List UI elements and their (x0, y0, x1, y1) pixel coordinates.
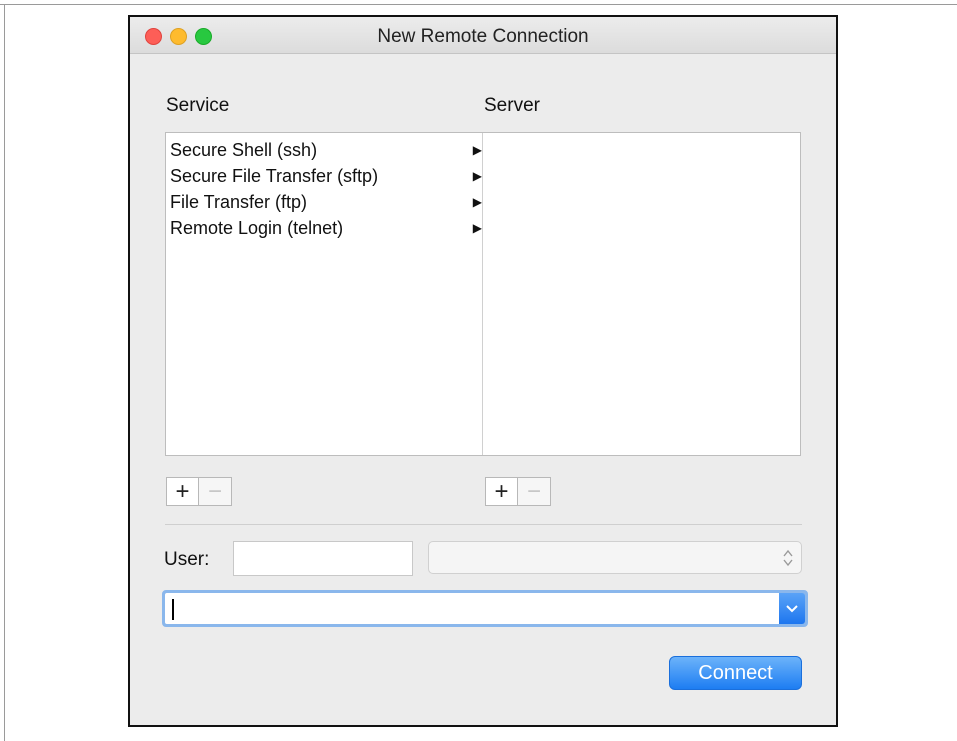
service-item-label: Secure File Transfer (sftp) (170, 166, 379, 186)
host-select[interactable] (428, 541, 802, 574)
triangle-right-icon: ▶ (472, 221, 482, 235)
command-input[interactable] (165, 593, 779, 624)
service-item-sftp[interactable]: Secure File Transfer (sftp) ▶ (170, 163, 482, 189)
service-add-remove-group: + − (166, 477, 233, 506)
window-title: New Remote Connection (377, 26, 589, 47)
up-down-chevron-icon (783, 549, 793, 567)
section-divider (165, 524, 802, 525)
user-input[interactable] (233, 541, 413, 576)
server-add-remove-group: + − (485, 477, 552, 506)
service-item-ftp[interactable]: File Transfer (ftp) ▶ (170, 189, 482, 215)
add-server-button[interactable]: + (485, 477, 518, 506)
service-column-header: Service (166, 95, 230, 116)
text-caret (172, 599, 174, 620)
add-service-button[interactable]: + (166, 477, 199, 506)
triangle-right-icon: ▶ (472, 143, 482, 157)
server-list[interactable] (483, 133, 800, 455)
remove-server-button[interactable]: − (518, 477, 551, 506)
service-item-ssh[interactable]: Secure Shell (ssh) ▶ (170, 137, 482, 163)
chevron-down-icon (786, 605, 798, 613)
service-item-label: Secure Shell (ssh) (170, 140, 318, 160)
outer-frame-top (0, 4, 957, 5)
service-item-label: File Transfer (ftp) (170, 192, 308, 212)
title-bar: New Remote Connection (130, 17, 836, 54)
triangle-right-icon: ▶ (472, 195, 482, 209)
service-server-browser: Secure Shell (ssh) ▶ Secure File Transfe… (165, 132, 801, 456)
new-remote-connection-window: New Remote Connection Service Server Sec… (128, 15, 838, 727)
service-item-label: Remote Login (telnet) (170, 218, 344, 238)
server-column-header: Server (484, 95, 540, 116)
service-list: Secure Shell (ssh) ▶ Secure File Transfe… (170, 137, 482, 241)
remove-service-button[interactable]: − (199, 477, 232, 506)
outer-frame-left (4, 4, 5, 741)
command-combobox (162, 590, 808, 627)
command-dropdown-button[interactable] (779, 593, 805, 624)
triangle-right-icon: ▶ (472, 169, 482, 183)
service-item-telnet[interactable]: Remote Login (telnet) ▶ (170, 215, 482, 241)
user-label: User: (164, 549, 210, 570)
connect-button[interactable]: Connect (669, 656, 802, 690)
